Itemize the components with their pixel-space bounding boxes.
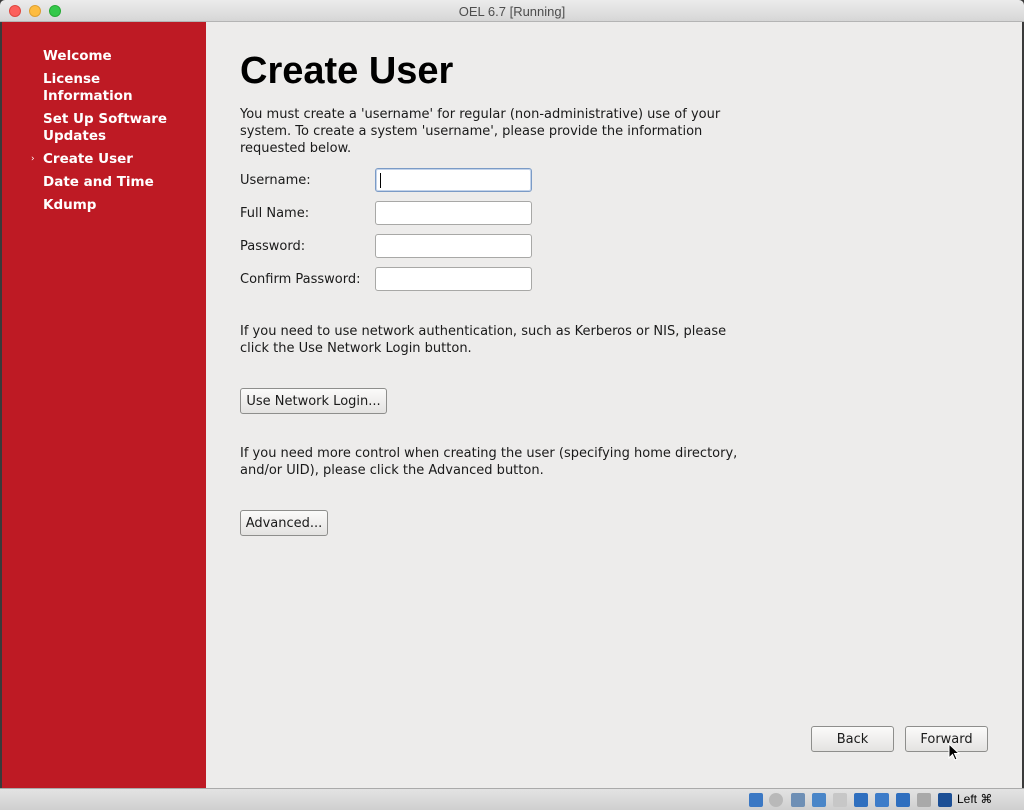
password-input[interactable] — [375, 234, 532, 258]
fullname-input[interactable] — [375, 201, 532, 225]
vm-status-bar: Left ⌘ — [0, 788, 1024, 810]
confirm-password-label: Confirm Password: — [240, 272, 361, 287]
forward-button[interactable]: Forward — [905, 726, 988, 752]
display-icon[interactable] — [875, 793, 889, 807]
hard-disk-icon[interactable] — [749, 793, 763, 807]
video-capture-icon[interactable] — [896, 793, 910, 807]
current-step-arrow-icon: › — [31, 154, 35, 164]
advanced-text: If you need more control when creating t… — [240, 446, 738, 478]
sidebar-item-date-time: Date and Time — [43, 174, 154, 190]
sidebar-item-welcome: Welcome — [43, 48, 112, 64]
sidebar: Welcome License Information Set Up Softw… — [2, 22, 206, 788]
confirm-password-input[interactable] — [375, 267, 532, 291]
password-label: Password: — [240, 239, 306, 254]
sidebar-item-kdump: Kdump — [43, 197, 97, 213]
use-network-login-button[interactable]: Use Network Login... — [240, 388, 387, 414]
guest-screen: Welcome License Information Set Up Softw… — [2, 22, 1022, 788]
keyboard-capture-icon[interactable] — [938, 793, 952, 807]
mouse-pointer-icon — [948, 743, 960, 761]
sidebar-item-software-updates: Set Up Software Updates — [43, 111, 168, 144]
host-key-label: Left ⌘ — [957, 792, 993, 806]
fullname-label: Full Name: — [240, 206, 310, 221]
audio-icon[interactable] — [791, 793, 805, 807]
shared-folders-icon[interactable] — [854, 793, 868, 807]
optical-drive-icon[interactable] — [769, 793, 783, 807]
sidebar-item-create-user: Create User — [43, 151, 133, 167]
username-input[interactable] — [375, 168, 532, 192]
back-button[interactable]: Back — [811, 726, 894, 752]
sidebar-item-license: License Information — [43, 71, 133, 104]
page-title: Create User — [240, 50, 454, 92]
username-label: Username: — [240, 173, 311, 188]
usb-icon[interactable] — [833, 793, 847, 807]
intro-text: You must create a 'username' for regular… — [240, 107, 721, 156]
network-login-text: If you need to use network authenticatio… — [240, 324, 727, 356]
window-title: OEL 6.7 [Running] — [458, 4, 566, 19]
window-titlebar: OEL 6.7 [Running] — [0, 0, 1024, 22]
mouse-integration-icon[interactable] — [917, 793, 931, 807]
text-caret — [380, 173, 381, 188]
network-icon[interactable] — [812, 793, 826, 807]
main-content: Create User You must create a 'username'… — [206, 22, 1022, 788]
advanced-button[interactable]: Advanced... — [240, 510, 328, 536]
